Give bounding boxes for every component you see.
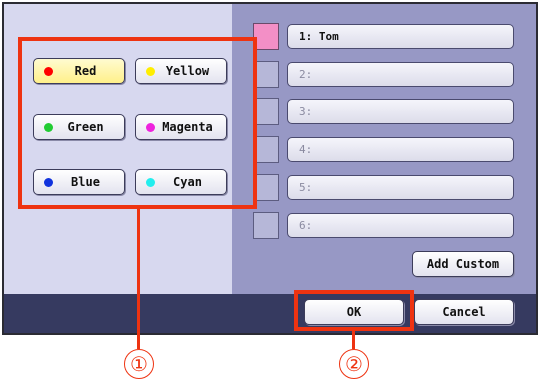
cancel-button[interactable]: Cancel	[414, 299, 514, 325]
callout-line-one	[137, 209, 140, 349]
callout-box-color-buttons	[18, 37, 257, 209]
name-entry-1[interactable]: 1: Tom	[287, 24, 514, 49]
name-entry-6[interactable]: 6:	[287, 213, 514, 238]
callout-number-two: ②	[339, 349, 369, 379]
callout-box-ok	[294, 290, 414, 331]
name-entry-5[interactable]: 5:	[287, 175, 514, 200]
name-entry-3[interactable]: 3:	[287, 99, 514, 124]
add-custom-button[interactable]: Add Custom	[412, 251, 514, 277]
color-swatch-6[interactable]	[253, 212, 279, 239]
name-entry-4[interactable]: 4:	[287, 137, 514, 162]
callout-number-one: ①	[124, 349, 154, 379]
name-entry-2[interactable]: 2:	[287, 62, 514, 87]
callout-line-two	[352, 331, 355, 349]
